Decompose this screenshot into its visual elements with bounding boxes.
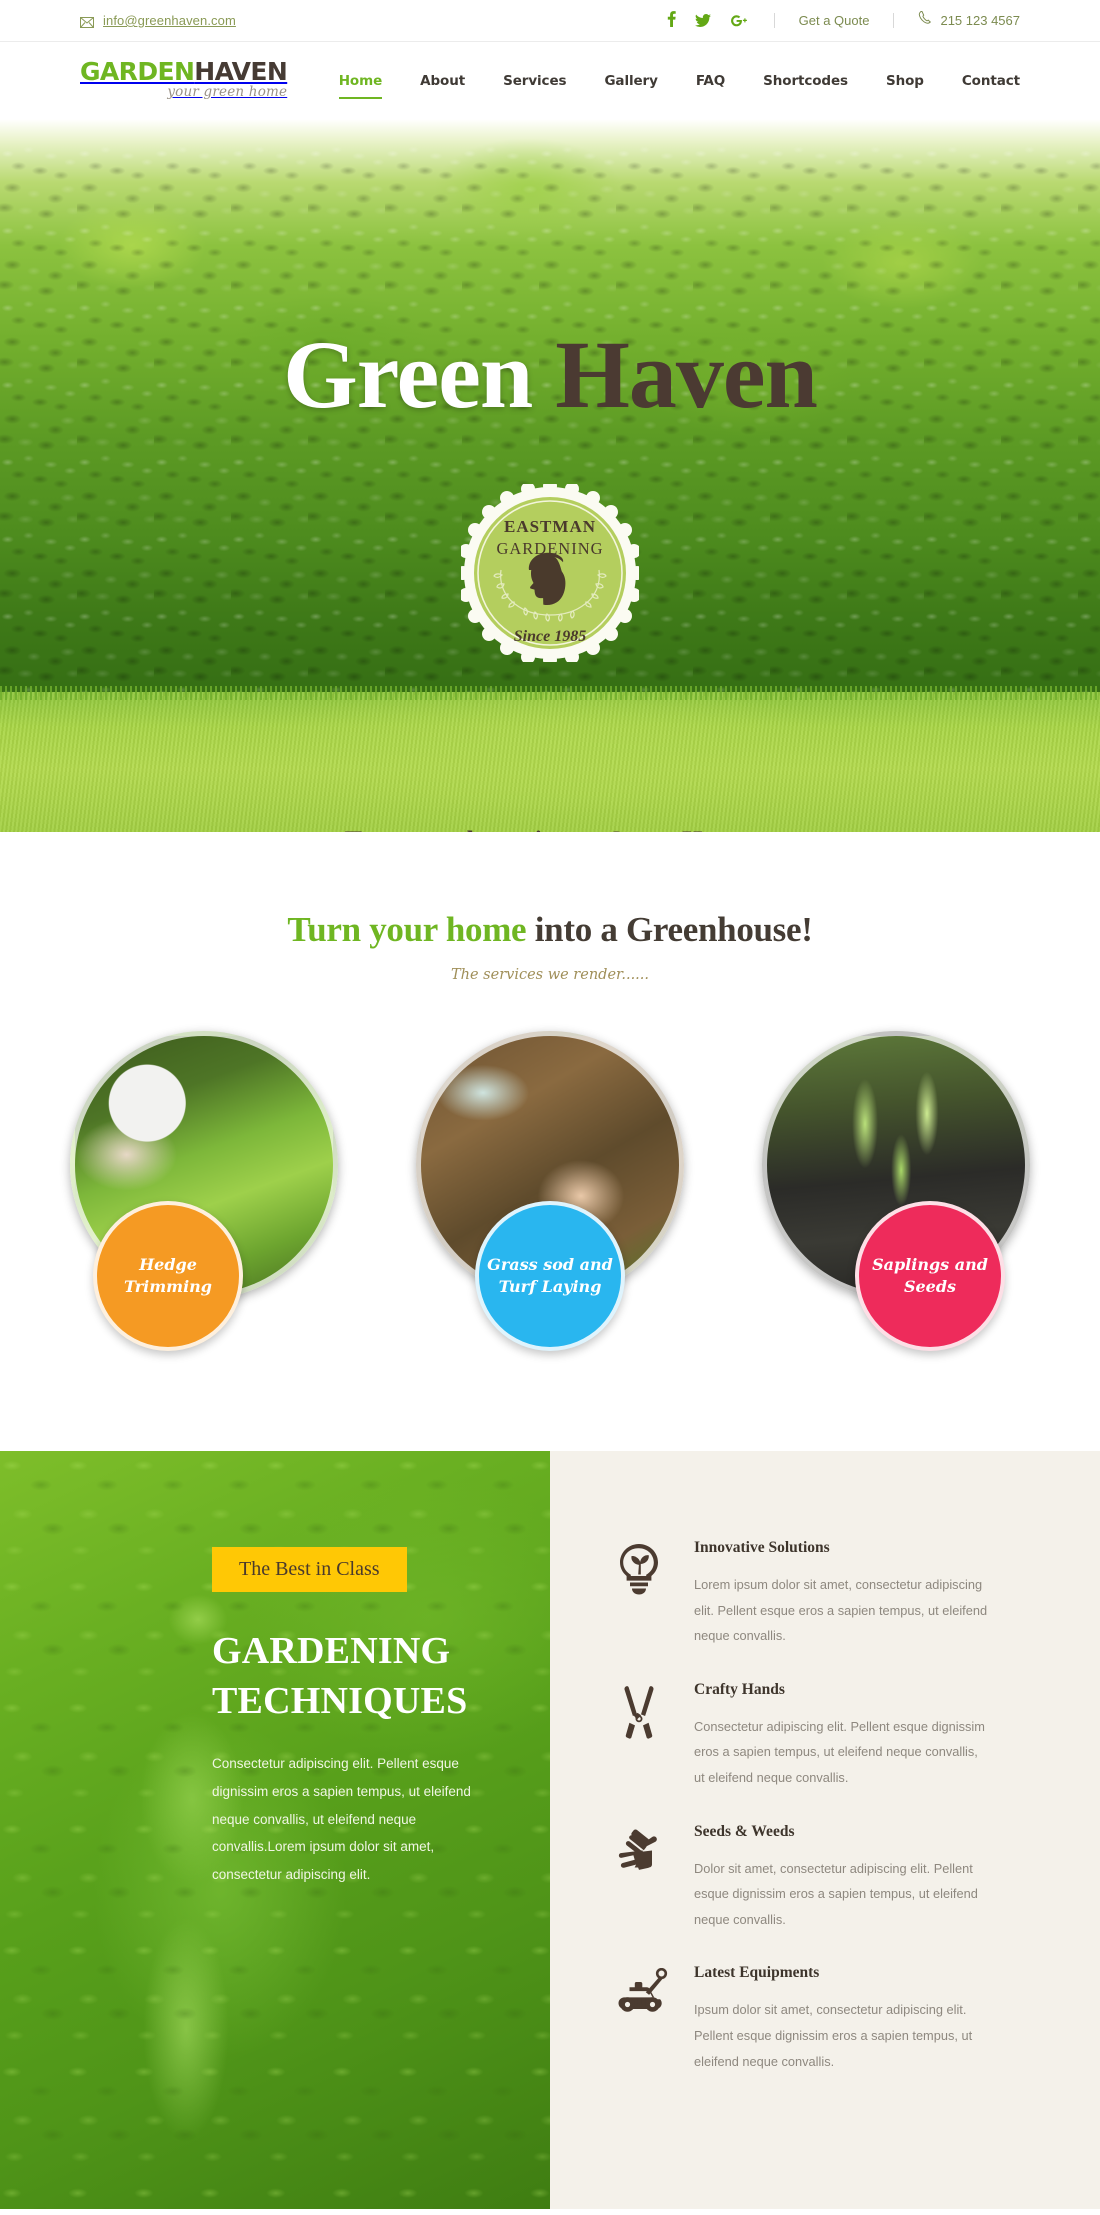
get-a-quote-link[interactable]: Get a Quote <box>799 13 870 28</box>
lightbulb-plant-icon <box>616 1539 668 1649</box>
eastman-gardening-badge: EASTMAN GARDENING Since 1985 <box>456 479 644 667</box>
feature-text: Crafty Hands Consectetur adipiscing elit… <box>694 1681 992 1791</box>
topbar-divider-1 <box>773 13 775 28</box>
badge-line-1: EASTMAN <box>504 517 596 536</box>
logo-text: GARDENHAVEN <box>80 57 288 87</box>
service-card-turf-laying[interactable]: Grass sod and Turf Laying <box>416 1031 684 1351</box>
phone-block: 215 123 4567 <box>918 10 1020 30</box>
techniques-section: The Best in Class GARDENING TECHNIQUES C… <box>0 1451 1100 2209</box>
email-link[interactable]: info@greenhaven.com <box>103 13 236 28</box>
top-bar: info@greenhaven.com Get a Quote 215 123 … <box>0 0 1100 42</box>
services-heading: Turn your home into a Greenhouse! <box>0 910 1100 950</box>
techniques-title-line-2: TECHNIQUES <box>212 1680 468 1723</box>
service-label-line-2: Turf Laying <box>498 1277 602 1296</box>
techniques-title-line-1: GARDENING <box>212 1630 451 1672</box>
hero-section: Green Haven EASTMAN GARDENING Since 1985 <box>0 119 1100 832</box>
service-bubble-text: Saplings and Seeds <box>872 1254 988 1298</box>
page-root: info@greenhaven.com Get a Quote 215 123 … <box>0 0 1100 2209</box>
feature-crafty-hands: Crafty Hands Consectetur adipiscing elit… <box>616 1681 992 1791</box>
top-bar-right: Get a Quote 215 123 4567 <box>667 10 1020 30</box>
phone-number[interactable]: 215 123 4567 <box>940 13 1020 28</box>
service-label-line-2: Trimming <box>123 1277 212 1296</box>
topbar-divider-2 <box>893 13 895 28</box>
hero-content: Green Haven EASTMAN GARDENING Since 1985 <box>0 119 1100 833</box>
service-bubble-text: Grass sod and Turf Laying <box>487 1254 613 1298</box>
site-header: GARDENHAVEN your green home Home About S… <box>0 42 1100 119</box>
twitter-icon[interactable] <box>694 14 711 27</box>
service-card-hedge-trimming[interactable]: Hedge Trimming <box>70 1031 338 1351</box>
social-links <box>667 11 748 30</box>
feature-title: Crafty Hands <box>694 1680 785 1698</box>
service-card-saplings-seeds[interactable]: Saplings and Seeds <box>762 1031 1030 1351</box>
services-list: Hedge Trimming Grass sod and Turf Laying <box>0 1031 1100 1451</box>
feature-title: Latest Equipments <box>694 1964 820 1982</box>
feature-text: Innovative Solutions Lorem ipsum dolor s… <box>694 1539 992 1649</box>
service-label-line-1: Saplings and <box>872 1254 988 1274</box>
hero-title-word-2: Haven <box>555 321 818 428</box>
techniques-content: The Best in Class GARDENING TECHNIQUES C… <box>212 1547 490 1889</box>
feature-body: Consectetur adipiscing elit. Pellent esq… <box>694 1718 985 1785</box>
feature-body: Lorem ipsum dolor sit amet, consectetur … <box>694 1577 988 1644</box>
google-plus-icon[interactable] <box>730 14 748 28</box>
feature-text: Latest Equipments Ipsum dolor sit amet, … <box>694 1964 992 2074</box>
feature-text: Seeds & Weeds Dolor sit amet, consectetu… <box>694 1823 992 1933</box>
badge-since-text: Since 1985 <box>514 628 586 645</box>
nav-item-about[interactable]: About <box>420 42 465 119</box>
techniques-title: GARDENING TECHNIQUES <box>212 1626 490 1726</box>
services-heading-green: Turn your home <box>287 910 527 949</box>
site-logo[interactable]: GARDENHAVEN your green home <box>80 57 288 102</box>
feature-innovative-solutions: Innovative Solutions Lorem ipsum dolor s… <box>616 1539 992 1649</box>
lawn-mower-icon <box>616 1964 668 2074</box>
techniques-left-panel: The Best in Class GARDENING TECHNIQUES C… <box>0 1451 550 2209</box>
logo-tagline: your green home <box>167 84 288 101</box>
techniques-body-text: Consectetur adipiscing elit. Pellent esq… <box>212 1756 471 1882</box>
nav-item-contact[interactable]: Contact <box>962 42 1020 119</box>
service-label-line-1: Hedge <box>139 1254 197 1274</box>
services-section: Turn your home into a Greenhouse! The se… <box>0 832 1100 1451</box>
feature-body: Ipsum dolor sit amet, consectetur adipis… <box>694 2002 973 2069</box>
logo-text-garden: GARDEN <box>80 57 195 87</box>
gardening-gloves-icon <box>616 1823 668 1933</box>
service-label-line-2: Seeds <box>903 1277 957 1296</box>
best-in-class-badge[interactable]: The Best in Class <box>212 1547 407 1592</box>
feature-body: Dolor sit amet, consectetur adipiscing e… <box>694 1860 978 1927</box>
phone-icon <box>918 10 932 30</box>
service-label-line-1: Grass sod and <box>487 1254 613 1274</box>
hero-tagline: Turn your home into a Green Haven <box>0 826 1100 832</box>
logo-text-haven: HAVEN <box>194 57 288 87</box>
envelope-icon <box>80 15 94 28</box>
services-subheading: The services we render...... <box>450 967 650 983</box>
service-bubble-text: Hedge Trimming <box>124 1254 212 1298</box>
features-panel: Innovative Solutions Lorem ipsum dolor s… <box>550 1451 1100 2209</box>
hero-title-word-1: Green <box>283 321 533 428</box>
service-label-bubble[interactable]: Grass sod and Turf Laying <box>475 1201 625 1351</box>
nav-item-home[interactable]: Home <box>338 42 383 119</box>
nav-item-faq[interactable]: FAQ <box>696 42 725 119</box>
hedge-shears-icon <box>616 1681 668 1791</box>
hero-title: Green Haven <box>0 119 1100 423</box>
feature-seeds-weeds: Seeds & Weeds Dolor sit amet, consectetu… <box>616 1823 992 1933</box>
nav-item-services[interactable]: Services <box>503 42 566 119</box>
facebook-icon[interactable] <box>667 11 676 30</box>
nav-item-gallery[interactable]: Gallery <box>604 42 657 119</box>
feature-title: Innovative Solutions <box>694 1539 830 1556</box>
service-label-bubble[interactable]: Hedge Trimming <box>93 1201 243 1351</box>
feature-title: Seeds & Weeds <box>694 1822 795 1840</box>
main-navigation: Home About Services Gallery FAQ Shortcod… <box>338 42 1020 119</box>
services-heading-dark: into a Greenhouse! <box>534 910 813 949</box>
top-bar-contact: info@greenhaven.com <box>80 13 236 28</box>
nav-item-shortcodes[interactable]: Shortcodes <box>763 42 848 119</box>
feature-latest-equipments: Latest Equipments Ipsum dolor sit amet, … <box>616 1964 992 2074</box>
nav-item-shop[interactable]: Shop <box>886 42 924 119</box>
service-label-bubble[interactable]: Saplings and Seeds <box>855 1201 1005 1351</box>
